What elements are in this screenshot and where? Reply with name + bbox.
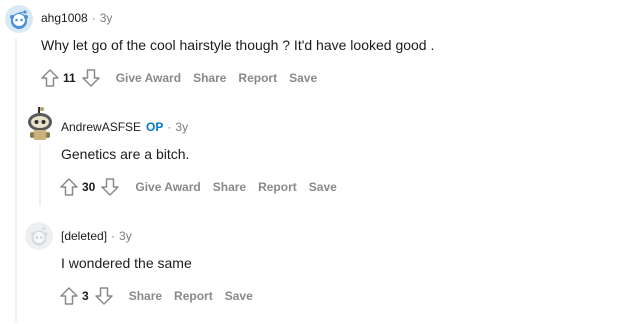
upvote-icon bbox=[41, 69, 59, 87]
snoo-avatar-icon bbox=[5, 5, 33, 33]
op-badge: OP bbox=[146, 120, 164, 134]
user-avatar[interactable] bbox=[25, 222, 53, 250]
comment-actions: 3 Share Report Save bbox=[58, 285, 253, 307]
save-button[interactable]: Save bbox=[289, 71, 317, 85]
user-avatar[interactable] bbox=[24, 106, 56, 142]
upvote-button[interactable] bbox=[58, 176, 80, 198]
comment-meta: AndrewASFSE OP · 3y bbox=[61, 120, 188, 134]
vote-count: 11 bbox=[63, 71, 76, 85]
comment-meta: ahg1008 · 3y bbox=[41, 11, 112, 25]
comment-actions: 11 Give Award Share Report Save bbox=[39, 67, 317, 89]
upvote-icon bbox=[60, 287, 78, 305]
thread-line[interactable] bbox=[15, 38, 17, 322]
author-name[interactable]: AndrewASFSE bbox=[61, 120, 141, 134]
vote-count: 3 bbox=[82, 289, 89, 303]
timestamp[interactable]: 3y bbox=[175, 120, 188, 134]
comment-meta: [deleted] · 3y bbox=[61, 229, 132, 243]
downvote-icon bbox=[81, 69, 100, 87]
report-button[interactable]: Report bbox=[238, 71, 277, 85]
thread-line[interactable] bbox=[39, 145, 41, 205]
downvote-button[interactable] bbox=[80, 67, 102, 89]
upvote-button[interactable] bbox=[39, 67, 61, 89]
share-button[interactable]: Share bbox=[193, 71, 226, 85]
give-award-button[interactable]: Give Award bbox=[116, 71, 181, 85]
timestamp[interactable]: 3y bbox=[100, 11, 113, 25]
separator-dot: · bbox=[91, 11, 96, 25]
comment-body: Genetics are a bitch. bbox=[61, 146, 190, 162]
user-avatar[interactable] bbox=[5, 5, 33, 33]
upvote-button[interactable] bbox=[58, 285, 80, 307]
downvote-icon bbox=[101, 178, 120, 196]
deleted-user-avatar-icon bbox=[25, 222, 53, 250]
save-button[interactable]: Save bbox=[309, 180, 337, 194]
give-award-button[interactable]: Give Award bbox=[135, 180, 200, 194]
save-button[interactable]: Save bbox=[225, 289, 253, 303]
downvote-button[interactable] bbox=[93, 285, 115, 307]
comment-actions: 30 Give Award Share Report Save bbox=[58, 176, 337, 198]
downvote-icon bbox=[94, 287, 113, 305]
report-button[interactable]: Report bbox=[258, 180, 297, 194]
downvote-button[interactable] bbox=[99, 176, 121, 198]
timestamp[interactable]: 3y bbox=[119, 229, 132, 243]
comment-body: I wondered the same bbox=[61, 255, 192, 271]
upvote-icon bbox=[60, 178, 78, 196]
snoo-helmet-avatar-icon bbox=[28, 107, 52, 140]
share-button[interactable]: Share bbox=[213, 180, 246, 194]
comment-body: Why let go of the cool hairstyle though … bbox=[41, 37, 435, 53]
report-button[interactable]: Report bbox=[174, 289, 213, 303]
separator-dot: · bbox=[111, 229, 116, 243]
vote-count: 30 bbox=[82, 180, 96, 194]
separator-dot: · bbox=[167, 120, 172, 134]
author-name[interactable]: ahg1008 bbox=[41, 11, 88, 25]
share-button[interactable]: Share bbox=[129, 289, 162, 303]
author-name: [deleted] bbox=[61, 229, 108, 243]
